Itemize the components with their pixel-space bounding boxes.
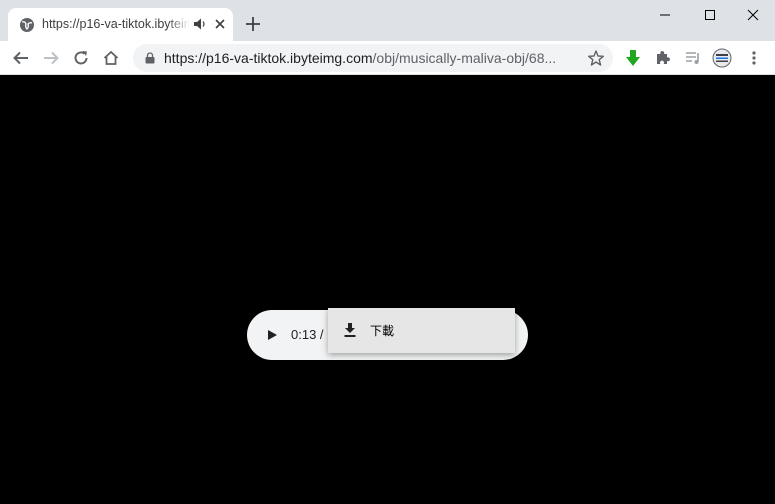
download-icon[interactable] xyxy=(343,322,357,338)
profile-button[interactable] xyxy=(712,48,732,68)
globe-icon xyxy=(20,18,34,32)
reload-button[interactable] xyxy=(71,48,91,68)
puzzle-icon xyxy=(657,51,670,64)
home-button[interactable] xyxy=(101,48,121,68)
home-icon xyxy=(103,50,119,65)
close-icon[interactable] xyxy=(213,17,227,31)
kebab-menu-icon xyxy=(752,51,756,65)
green-download-arrow-icon xyxy=(626,50,640,66)
playlist-music-icon xyxy=(686,52,699,64)
back-button[interactable] xyxy=(11,48,31,68)
play-icon[interactable] xyxy=(265,327,279,343)
download-menu-item[interactable]: 下載 xyxy=(370,322,394,339)
minimize-button[interactable] xyxy=(643,0,687,30)
media-control-button[interactable] xyxy=(683,48,703,68)
url-text[interactable]: https://p16-va-tiktok.ibyteimg.com/obj/m… xyxy=(164,50,579,66)
forward-arrow-icon xyxy=(44,51,59,65)
url-host: https://p16-va-tiktok.ibyteimg.com xyxy=(164,50,373,66)
page-content: 0:13 / 下載 xyxy=(0,75,775,504)
avatar-icon xyxy=(712,48,732,68)
reload-icon xyxy=(74,51,88,65)
tab-strip: https://p16-va-tiktok.ibyteimg.com/obj/m… xyxy=(0,0,775,41)
window-close-button[interactable] xyxy=(731,0,775,30)
lock-icon[interactable] xyxy=(145,52,155,64)
overflow-menu: 下載 xyxy=(328,308,515,353)
bookmark-star-icon[interactable] xyxy=(587,49,605,67)
maximize-icon xyxy=(705,10,715,20)
new-tab-icon[interactable] xyxy=(243,14,263,34)
speaker-icon[interactable] xyxy=(193,17,207,31)
minimize-icon xyxy=(660,14,670,16)
menu-button[interactable] xyxy=(744,48,764,68)
window-close-icon xyxy=(747,9,759,21)
current-time: 0:13 / xyxy=(291,327,324,342)
download-extension-button[interactable] xyxy=(623,48,643,68)
extensions-button[interactable] xyxy=(653,48,673,68)
browser-tab[interactable]: https://p16-va-tiktok.ibyteimg.com/obj/m… xyxy=(8,8,233,41)
back-arrow-icon xyxy=(13,51,28,65)
maximize-button[interactable] xyxy=(688,0,732,30)
forward-button[interactable] xyxy=(41,48,61,68)
address-bar[interactable]: https://p16-va-tiktok.ibyteimg.com/obj/m… xyxy=(133,44,613,72)
url-path: /obj/musically-maliva-obj/68... xyxy=(372,50,557,66)
tab-title: https://p16-va-tiktok.ibyteimg.com/obj/m… xyxy=(42,17,190,31)
browser-toolbar: https://p16-va-tiktok.ibyteimg.com/obj/m… xyxy=(0,41,775,75)
